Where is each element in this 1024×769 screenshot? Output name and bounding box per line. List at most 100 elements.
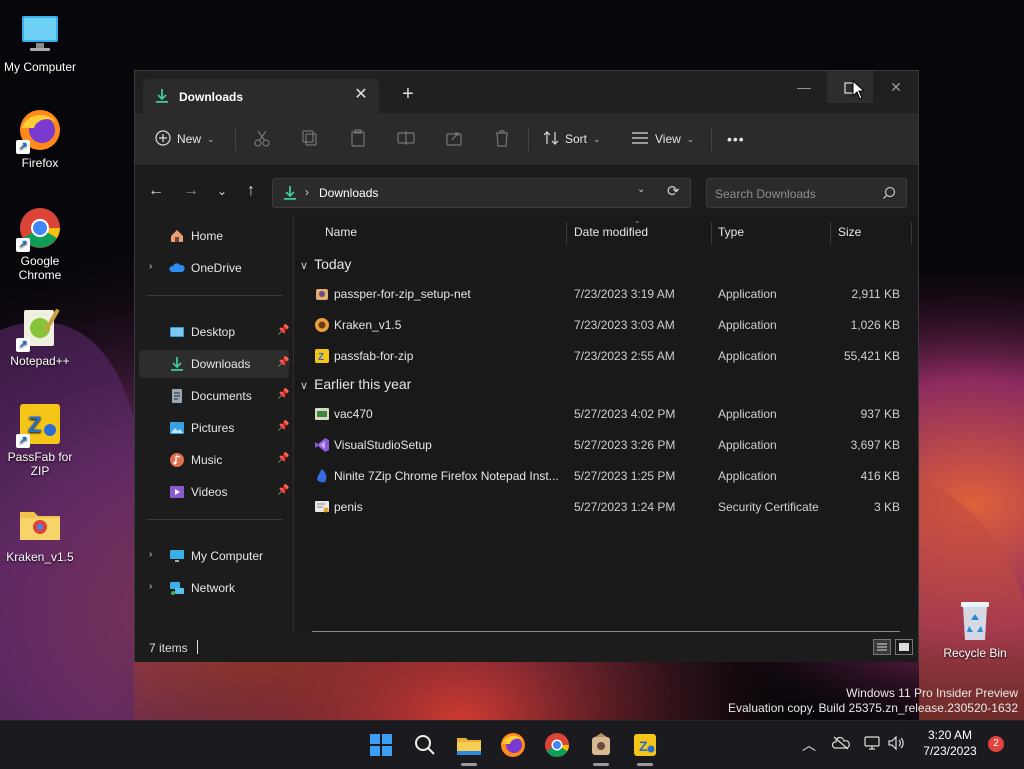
breadcrumb-downloads[interactable]: Downloads	[319, 186, 378, 200]
title-bar[interactable]: Downloads ✕ + — ✕	[135, 71, 918, 113]
pin-icon: 📌	[277, 389, 290, 400]
desktop-icon-label: Google Chrome	[18, 254, 62, 282]
start-button[interactable]	[367, 731, 395, 759]
table-row[interactable]: Kraken_v1.5 7/23/2023 3:03 AM Applicatio…	[306, 311, 910, 339]
chrome-taskbar-icon[interactable]	[543, 731, 571, 759]
sort-arrows-icon	[543, 130, 559, 149]
column-header-size[interactable]: Size	[838, 216, 861, 248]
recent-locations-chevron-icon[interactable]: ⌄	[211, 180, 233, 202]
back-arrow-icon[interactable]: ←	[145, 180, 167, 202]
view-button[interactable]: View ⌄	[631, 125, 694, 153]
running-app-indicator	[637, 763, 653, 766]
file-date-modified: 5/27/2023 4:02 PM	[574, 407, 676, 421]
search-icon[interactable]	[882, 186, 896, 203]
maximize-button[interactable]	[827, 71, 873, 103]
group-header-earlier-this-year[interactable]: ∨ Earlier this year	[300, 376, 411, 392]
chevron-up-icon[interactable]: ︿	[799, 735, 819, 755]
sidebar-item-onedrive[interactable]: › OneDrive	[139, 254, 289, 282]
sidebar-item-network[interactable]: › Network	[139, 574, 289, 602]
details-view-icon[interactable]	[873, 639, 891, 655]
column-header-name[interactable]: Name	[325, 216, 357, 248]
desktop-icon-google-chrome[interactable]: ↗ Google Chrome	[0, 204, 80, 282]
sidebar-item-home[interactable]: Home	[139, 222, 289, 250]
kraken-app-icon	[314, 317, 330, 333]
expand-chevron-icon[interactable]: ›	[149, 549, 152, 560]
expand-chevron-icon[interactable]: ›	[149, 581, 152, 592]
file-date-modified: 5/27/2023 1:25 PM	[574, 469, 676, 483]
sidebar-item-documents[interactable]: Documents 📌	[139, 382, 289, 410]
sidebar-item-pictures[interactable]: Pictures 📌	[139, 414, 289, 442]
close-window-button[interactable]: ✕	[873, 71, 919, 103]
watermark-line-2: Evaluation copy. Build 25375.zn_release.…	[728, 701, 1018, 715]
search-box[interactable]	[706, 178, 907, 208]
monitor-icon	[16, 10, 64, 58]
pin-icon: 📌	[277, 485, 290, 496]
table-row[interactable]: vac470 5/27/2023 4:02 PM Application 937…	[306, 400, 910, 428]
tab-downloads[interactable]: Downloads ✕	[143, 79, 379, 113]
pin-icon: 📌	[277, 325, 290, 336]
taskbar-clock[interactable]: 3:20 AM 7/23/2023	[910, 727, 990, 759]
home-icon	[169, 228, 185, 244]
new-tab-button[interactable]: +	[397, 83, 419, 105]
breadcrumb-chevron-icon[interactable]: ›	[305, 185, 309, 199]
column-header-type[interactable]: Type	[718, 216, 744, 248]
volume-icon[interactable]	[886, 735, 906, 755]
cut-icon[interactable]	[252, 128, 272, 148]
file-name: VisualStudioSetup	[334, 438, 432, 452]
table-row[interactable]: Ninite 7Zip Chrome Firefox Notepad Inst.…	[306, 462, 910, 490]
address-bar[interactable]: › Downloads ⌄ ⟳	[272, 178, 691, 208]
sidebar-item-music[interactable]: Music 📌	[139, 446, 289, 474]
rename-icon[interactable]	[396, 128, 416, 148]
address-history-chevron-icon[interactable]: ⌄	[637, 184, 645, 195]
search-icon[interactable]	[411, 731, 439, 759]
delete-icon[interactable]	[492, 128, 512, 148]
tiles-view-icon[interactable]	[895, 639, 913, 655]
desktop-icon-firefox[interactable]: ↗ Firefox	[0, 106, 80, 170]
table-row[interactable]: VisualStudioSetup 5/27/2023 3:26 PM Appl…	[306, 431, 910, 459]
view-button-label: View	[655, 132, 681, 146]
sidebar-item-downloads[interactable]: Downloads 📌	[139, 350, 289, 378]
shortcut-arrow-icon: ↗	[16, 140, 30, 154]
onedrive-offline-icon[interactable]	[831, 735, 851, 755]
desktop-icon-notepad-plus-plus[interactable]: ↗ Notepad++	[0, 304, 80, 368]
table-row[interactable]: penis 5/27/2023 1:24 PM Security Certifi…	[306, 493, 910, 521]
search-input[interactable]	[713, 184, 877, 204]
sidebar-item-videos[interactable]: Videos 📌	[139, 478, 289, 506]
download-arrow-icon	[169, 356, 185, 372]
sidebar-item-label: OneDrive	[191, 261, 242, 275]
passfab-zip-taskbar-icon[interactable]: Z	[631, 731, 659, 759]
file-explorer-taskbar-icon[interactable]	[455, 731, 483, 759]
table-row[interactable]: Z passfab-for-zip 7/23/2023 2:55 AM Appl…	[306, 342, 910, 370]
sidebar-item-label: Network	[191, 581, 236, 595]
file-size: 937 KB	[860, 407, 900, 421]
column-divider[interactable]	[711, 222, 712, 244]
group-header-today[interactable]: ∨ Today	[300, 256, 351, 272]
copy-icon[interactable]	[300, 128, 320, 148]
notification-badge[interactable]: 2	[988, 736, 1004, 752]
column-divider[interactable]	[830, 222, 831, 244]
firefox-taskbar-icon[interactable]	[499, 731, 527, 759]
paste-icon[interactable]	[348, 128, 368, 148]
network-tray-icon[interactable]	[862, 735, 882, 755]
expand-chevron-icon[interactable]: ›	[149, 261, 152, 272]
more-options-button[interactable]: •••	[727, 125, 745, 153]
desktop-icon-recycle-bin[interactable]: Recycle Bin	[935, 596, 1015, 660]
refresh-icon[interactable]: ⟳	[667, 182, 680, 200]
svg-text:Z: Z	[28, 412, 41, 437]
table-row[interactable]: passper-for-zip_setup-net 7/23/2023 3:19…	[306, 280, 910, 308]
up-arrow-icon[interactable]: ↑	[240, 180, 262, 202]
sidebar-item-my-computer[interactable]: › My Computer	[139, 542, 289, 570]
new-button[interactable]: New ⌄	[155, 125, 215, 153]
column-divider[interactable]	[911, 222, 912, 244]
forward-arrow-icon[interactable]: →	[180, 180, 202, 202]
installer-taskbar-icon[interactable]	[587, 731, 615, 759]
sidebar-item-desktop[interactable]: Desktop 📌	[139, 318, 289, 346]
desktop-icon-my-computer[interactable]: My Computer	[0, 10, 80, 74]
desktop-icon-kraken[interactable]: Kraken_v1.5	[0, 500, 80, 564]
sort-button[interactable]: Sort ⌄	[543, 125, 601, 153]
share-icon[interactable]	[444, 128, 464, 148]
minimize-button[interactable]: —	[781, 71, 827, 103]
close-tab-icon[interactable]: ✕	[351, 85, 371, 105]
column-divider[interactable]	[566, 222, 567, 244]
desktop-icon-passfab-for-zip[interactable]: Z ↗ PassFab for ZIP	[0, 400, 80, 478]
